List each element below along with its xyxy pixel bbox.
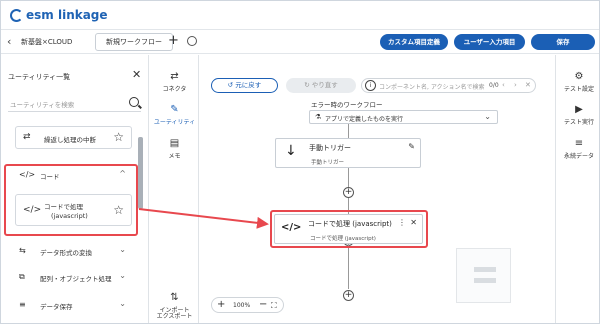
zoom-level: 100% xyxy=(233,302,251,309)
save-button[interactable]: 保存 xyxy=(531,34,595,50)
group-array-object[interactable]: ⧉ 配列・オブジェクト処理 ⌄ xyxy=(15,268,132,288)
wrench-icon: ✎ xyxy=(170,104,179,115)
close-icon[interactable]: ✕ xyxy=(525,81,531,89)
zoom-out-icon[interactable]: − xyxy=(259,299,267,310)
app-window: esm linkage ‹ 新基盤×CLOUD 新規ワークフロー + カスタム項… xyxy=(0,0,600,324)
fit-view-icon[interactable]: ⛶ xyxy=(271,301,277,311)
search-placeholder: ユーティリティを検索 xyxy=(10,101,75,109)
panel-scrollbar[interactable] xyxy=(138,137,143,209)
redo-icon: ↻ xyxy=(304,81,312,89)
loop-icon: ⇄ xyxy=(23,132,31,142)
group-label: 配列・オブジェクト処理 xyxy=(40,275,112,283)
chevron-down-icon[interactable]: ⌄ xyxy=(119,245,126,254)
rail-label: コネクタ xyxy=(162,86,187,93)
rail-label: 永続データ xyxy=(563,153,594,160)
rail-label: ユーティリティ xyxy=(153,119,196,126)
chevron-down-icon[interactable]: ⌄ xyxy=(119,299,126,308)
chevron-right-icon[interactable]: › xyxy=(514,81,517,89)
rail-test-settings[interactable]: ⚙ テスト設定 xyxy=(556,71,599,93)
panel-title: ユーティリティ一覧 xyxy=(8,73,71,81)
memo-icon: ▤ xyxy=(169,138,180,149)
chevron-left-icon[interactable]: ‹ xyxy=(502,81,505,89)
group-label: データ保存 xyxy=(40,303,73,311)
user-input-button[interactable]: ユーザー入力項目 xyxy=(454,34,525,50)
logo-text: esm linkage xyxy=(26,8,108,22)
redo-label: やり直す xyxy=(311,81,338,89)
back-arrow-icon[interactable]: ‹ xyxy=(7,35,19,49)
app-logo[interactable]: esm linkage xyxy=(10,7,108,23)
play-icon: ▶ xyxy=(575,104,583,115)
group-data-save[interactable]: ≡ データ保存 ⌄ xyxy=(15,296,132,316)
connector-line xyxy=(348,124,349,139)
connector-line xyxy=(348,244,349,289)
highlight-box-left xyxy=(4,164,138,236)
zoom-control: + 100% − ⛶ xyxy=(211,297,284,313)
rail-memo[interactable]: ▤ メモ xyxy=(150,138,199,160)
top-header: esm linkage xyxy=(1,1,599,30)
database-icon: ≡ xyxy=(574,138,584,149)
search-icon[interactable] xyxy=(129,97,139,107)
rail-utility[interactable]: ✎ ユーティリティ xyxy=(150,104,199,126)
redo-button[interactable]: ↻ やり直す xyxy=(286,78,356,93)
settings-gear-icon[interactable] xyxy=(187,36,197,46)
logo-mark-icon xyxy=(10,8,23,22)
workflow-toolbar: ‹ 新基盤×CLOUD 新規ワークフロー + カスタム項目定義 ユーザー入力項目… xyxy=(1,30,599,54)
rail-persistent-data[interactable]: ≡ 永続データ xyxy=(556,138,599,160)
add-tab-icon[interactable]: + xyxy=(168,33,179,49)
star-icon[interactable]: ☆ xyxy=(113,130,124,144)
breadcrumb[interactable]: 新基盤×CLOUD xyxy=(21,36,72,48)
trigger-title: 手動トリガー xyxy=(309,144,351,152)
trigger-subtitle: 手動トリガー xyxy=(311,160,345,166)
info-icon: i xyxy=(365,80,376,91)
utility-item-label: 繰返し処理の中断 xyxy=(44,136,96,144)
add-step-icon[interactable]: + xyxy=(343,290,354,301)
gear-icon: ⚙ xyxy=(574,71,584,82)
minimap[interactable] xyxy=(456,248,511,303)
highlight-box-node xyxy=(270,210,428,248)
rail-label: エクスポート xyxy=(156,313,193,320)
import-icon: ⇅ xyxy=(170,292,179,303)
workflow-canvas[interactable]: ↺ 元に戻す ↻ やり直す i コンポーネント名, アクション名で検索 0/0 … xyxy=(200,55,555,323)
error-workflow-label: エラー時のワークフロー xyxy=(311,101,383,109)
canvas-search-placeholder: コンポーネント名, アクション名で検索 xyxy=(379,84,485,91)
minimap-node xyxy=(474,267,496,272)
utility-search-input[interactable]: ユーティリティを検索 xyxy=(8,95,141,112)
chevron-down-icon[interactable]: ⌄ xyxy=(484,112,491,121)
minimap-node xyxy=(474,278,496,283)
error-workflow-select[interactable]: ⚗ アプリで定義したものを実行 ⌄ xyxy=(309,110,498,124)
undo-button[interactable]: ↺ 元に戻す xyxy=(211,78,278,93)
rail-label: テスト設定 xyxy=(563,86,594,93)
zoom-in-icon[interactable]: + xyxy=(217,299,225,310)
canvas-search-input[interactable]: i コンポーネント名, アクション名で検索 0/0 ‹ › ✕ xyxy=(361,78,536,93)
close-icon[interactable]: ✕ xyxy=(132,68,141,81)
rail-label: テスト実行 xyxy=(563,119,594,126)
undo-label: 元に戻す xyxy=(235,81,262,89)
group-label: データ形式の変換 xyxy=(40,249,92,257)
utility-item-break-loop[interactable]: ⇄ 繰返し処理の中断 ☆ xyxy=(15,126,132,149)
rail-connector[interactable]: ⇄ コネクタ xyxy=(150,71,199,93)
add-step-icon[interactable]: + xyxy=(343,187,354,198)
rail-export[interactable]: エクスポート xyxy=(150,311,199,320)
array-icon: ⧉ xyxy=(19,272,25,281)
highlight-arrow xyxy=(138,208,269,229)
flask-icon: ⚗ xyxy=(315,113,322,121)
trigger-node[interactable]: ↓ 手動トリガー 手動トリガー ✎ xyxy=(275,138,421,168)
tab-new-workflow[interactable]: 新規ワークフロー xyxy=(95,33,173,51)
chevron-down-icon[interactable]: ⌄ xyxy=(119,271,126,280)
database-icon: ≡ xyxy=(19,300,26,309)
rail-test-run[interactable]: ▶ テスト実行 xyxy=(556,104,599,126)
connector-icon: ⇄ xyxy=(170,71,179,82)
arrow-down-icon: ↓ xyxy=(285,143,297,159)
edit-icon[interactable]: ✎ xyxy=(408,142,415,151)
error-select-value: アプリで定義したものを実行 xyxy=(325,116,404,123)
left-rail: ⇄ コネクタ ✎ ユーティリティ ▤ メモ ⇅ インポート エクスポート xyxy=(150,55,199,323)
custom-fields-button[interactable]: カスタム項目定義 xyxy=(380,34,448,50)
right-rail: ⚙ テスト設定 ▶ テスト実行 ≡ 永続データ xyxy=(555,55,599,323)
rail-label: メモ xyxy=(168,153,181,160)
search-count: 0/0 xyxy=(489,82,499,89)
convert-icon: ⇆ xyxy=(19,246,26,255)
group-data-conversion[interactable]: ⇆ データ形式の変換 ⌄ xyxy=(15,242,132,262)
